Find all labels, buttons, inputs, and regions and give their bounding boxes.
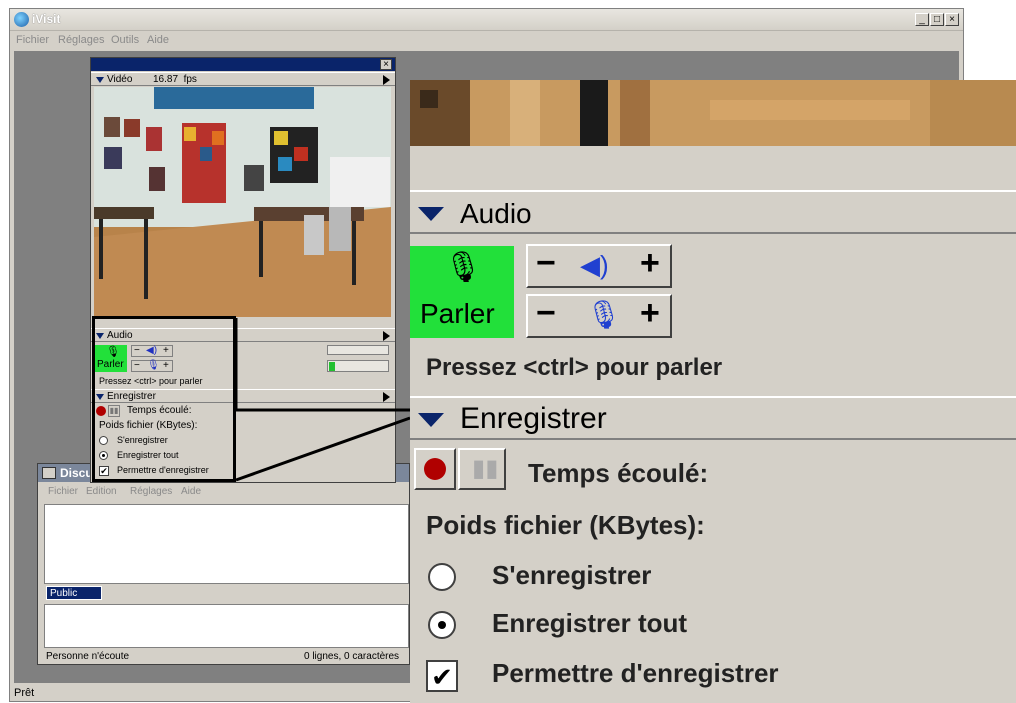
zoom-radio-record-all[interactable] [428, 611, 456, 639]
zoom-checkbox-allow-record-label: Permettre d'enregistrer [492, 658, 779, 688]
collapse-triangle-icon [418, 207, 444, 221]
zoom-record-button[interactable] [414, 448, 456, 490]
mic-icon: 🎙 [586, 299, 622, 330]
record-dot-icon [424, 458, 446, 480]
zoom-pause-button[interactable]: ▮▮ [458, 448, 506, 490]
zoom-audio-header[interactable]: Audio [410, 190, 1016, 234]
zoom-radio-record-self[interactable] [428, 563, 456, 591]
speaker-icon: ◀) [580, 250, 609, 280]
zoom-checkbox-allow-record[interactable]: ✔ [426, 660, 458, 692]
zoom-push-to-talk-hint: Pressez <ctrl> pour parler [426, 354, 723, 381]
radio-selected-dot [438, 621, 446, 629]
pause-icon: ▮▮ [472, 455, 499, 482]
zoom-record-label: Enregistrer [460, 402, 607, 435]
zoom-audio-label: Audio [460, 198, 532, 229]
zoom-radio-record-all-label: Enregistrer tout [492, 608, 688, 638]
zoom-mic-up[interactable]: + [640, 294, 660, 333]
zoom-mic-down[interactable]: − [536, 294, 556, 333]
zoom-talk-label: Parler [420, 298, 495, 329]
collapse-triangle-icon [418, 413, 444, 427]
zoom-elapsed-label: Temps écoulé: [528, 458, 709, 488]
zoom-talk-button[interactable]: 🎙 Parler [410, 246, 514, 338]
zoomed-panel: Audio 🎙 Parler − ◀) + − 🎙 + Pressez <ctr… [410, 80, 1016, 703]
zoom-file-size-label: Poids fichier (KBytes): [426, 510, 705, 540]
zoom-record-header[interactable]: Enregistrer [410, 396, 1016, 440]
zoom-speaker-volume: − ◀) + [526, 244, 672, 288]
zoom-speaker-up[interactable]: + [640, 244, 660, 283]
zoom-radio-record-self-label: S'enregistrer [492, 560, 652, 590]
zoom-speaker-down[interactable]: − [536, 244, 556, 283]
zoom-mic-volume: − 🎙 + [526, 294, 672, 338]
microphone-icon: 🎙 [444, 251, 483, 284]
zoomed-video-strip [410, 80, 1016, 146]
